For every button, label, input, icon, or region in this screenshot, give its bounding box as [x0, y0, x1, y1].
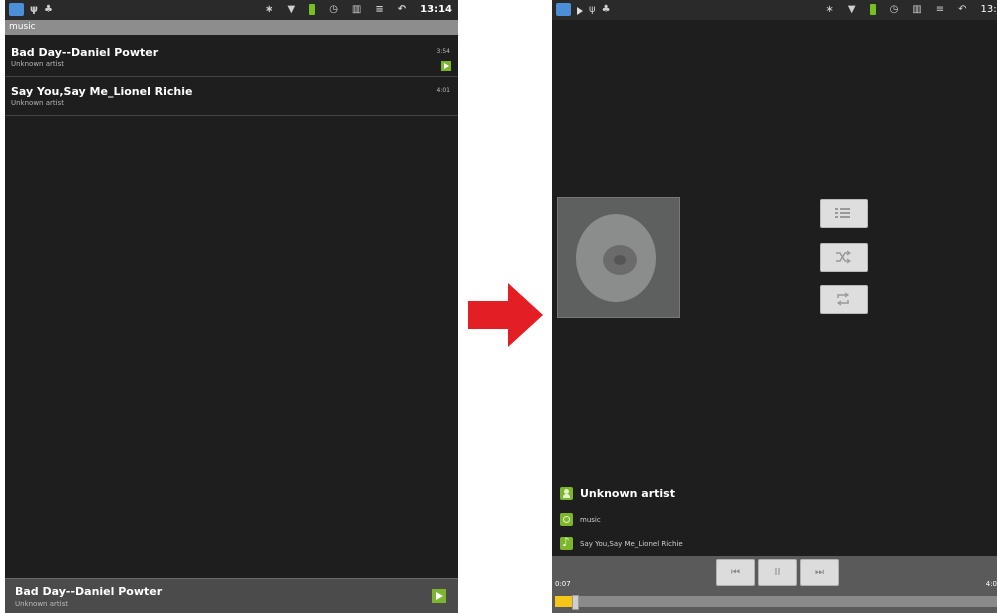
shop-icon: ▥ [351, 4, 362, 15]
total-time: 4:0 [985, 580, 997, 588]
now-playing-bar[interactable]: Bad Day--Daniel Powter Unknown artist [5, 578, 458, 613]
back-icon[interactable]: ↶ [958, 3, 966, 16]
playlist-button[interactable] [820, 199, 868, 228]
list-item[interactable]: Bad Day--Daniel Powter Unknown artist 3:… [5, 38, 458, 77]
album-art [557, 197, 680, 318]
repeat-icon [836, 292, 850, 306]
elapsed-time: 0:07 [555, 580, 571, 588]
song-artist: Unknown artist [11, 99, 64, 107]
album-row: music [560, 513, 601, 526]
next-button[interactable]: ⏭ [800, 559, 839, 586]
artist-name: Unknown artist [580, 487, 675, 500]
next-icon: ⏭ [815, 567, 824, 578]
android-icon: ♣ [43, 4, 53, 15]
status-bar: ψ ♣ ∗ ▼ ◷ ▥ ≡ ↶ 13:14 [5, 0, 458, 20]
music-header: music [5, 20, 458, 35]
song-duration: 3:54 [436, 48, 450, 55]
song-list-screen: ψ ♣ ∗ ▼ ◷ ▥ ≡ ↶ 13:14 music Bad Day--Dan… [5, 0, 458, 613]
signal-icon: ≡ [935, 4, 945, 15]
usb-icon: ψ [589, 4, 596, 15]
arrow-icon [468, 283, 543, 347]
album-name: music [580, 515, 601, 524]
pause-button[interactable]: II [758, 559, 797, 586]
signal-icon: ≡ [375, 4, 384, 15]
song-title: Say You,Say Me_Lionel Richie [11, 85, 193, 98]
transport-bar: ⏮ II ⏭ 0:07 4:0 [552, 556, 997, 613]
song-duration: 4:01 [436, 87, 450, 94]
shuffle-icon [836, 250, 851, 264]
status-time: 13:1 [980, 4, 997, 15]
alarm-icon: ◷ [889, 4, 899, 15]
now-playing-artist: Unknown artist [15, 600, 68, 608]
bluetooth-icon: ∗ [825, 4, 834, 15]
android-icon: ♣ [601, 4, 611, 15]
song-artist: Unknown artist [11, 60, 64, 68]
progress-fill [555, 596, 573, 607]
play-icon[interactable] [432, 589, 446, 603]
track-row: Say You,Say Me_Lionel Richie [560, 535, 683, 550]
list-item[interactable]: Say You,Say Me_Lionel Richie Unknown art… [5, 77, 458, 116]
app-icon[interactable] [556, 3, 571, 16]
player-screen: ψ ♣ ∗ ▼ ◷ ▥ ≡ ↶ 13:1 [552, 0, 997, 613]
bluetooth-icon: ∗ [265, 4, 274, 15]
repeat-button[interactable] [820, 285, 868, 314]
shop-icon: ▥ [912, 4, 922, 15]
play-icon [441, 61, 451, 71]
progress-handle[interactable] [571, 595, 579, 610]
album-art-icon [576, 214, 656, 302]
album-icon [560, 513, 573, 526]
wifi-icon: ▼ [847, 4, 856, 15]
now-playing-title: Bad Day--Daniel Powter [15, 585, 163, 598]
wifi-icon: ▼ [287, 4, 296, 15]
artist-row: Unknown artist [560, 487, 675, 500]
battery-icon [869, 4, 876, 15]
previous-button[interactable]: ⏮ [716, 559, 755, 586]
song-title: Bad Day--Daniel Powter [11, 46, 159, 59]
status-bar: ψ ♣ ∗ ▼ ◷ ▥ ≡ ↶ 13:1 [552, 0, 997, 20]
back-icon[interactable]: ↶ [398, 3, 406, 16]
shuffle-button[interactable] [820, 243, 868, 272]
battery-icon [309, 4, 316, 15]
play-icon [577, 6, 583, 15]
previous-icon: ⏮ [731, 567, 740, 578]
artist-icon [560, 487, 573, 500]
app-icon[interactable] [9, 3, 24, 16]
playlist-icon [835, 208, 850, 218]
progress-bar[interactable] [555, 595, 997, 610]
track-name: Say You,Say Me_Lionel Richie [580, 539, 683, 548]
alarm-icon: ◷ [329, 4, 338, 15]
usb-icon: ψ [30, 4, 38, 15]
track-icon [560, 535, 573, 550]
status-time: 13:14 [420, 4, 452, 15]
pause-icon: II [774, 567, 781, 578]
